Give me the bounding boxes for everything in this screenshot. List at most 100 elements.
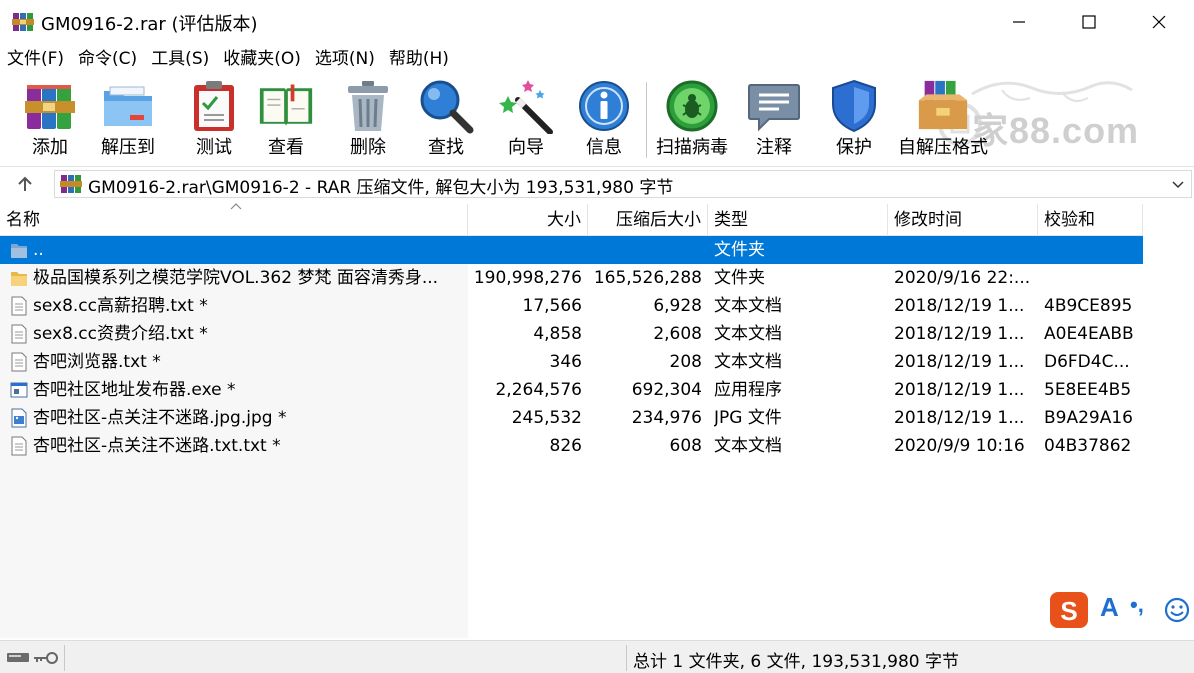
file-modified: 2018/12/19 1... xyxy=(894,352,1025,372)
status-separator xyxy=(626,645,627,671)
close-icon xyxy=(1152,15,1166,29)
sfx-button[interactable]: 自解压格式 xyxy=(898,78,988,164)
minimize-button[interactable] xyxy=(984,0,1054,44)
maximize-button[interactable] xyxy=(1054,0,1124,44)
file-row[interactable]: .. 文件夹 xyxy=(0,236,1143,264)
window-title: GM0916-2.rar (评估版本) xyxy=(41,14,258,35)
file-modified: 2018/12/19 1... xyxy=(894,380,1025,400)
ime-mode-letter[interactable]: A xyxy=(1100,592,1119,623)
file-row[interactable]: 杏吧社区-点关注不迷路.jpg.jpg * 245,532 234,976 JPG 文… xyxy=(0,404,1143,432)
winrar-archive-icon xyxy=(12,13,34,31)
sogou-ime-icon[interactable]: S xyxy=(1046,590,1092,630)
find-button[interactable]: 查找 xyxy=(418,78,474,164)
menu-help[interactable]: 帮助(H) xyxy=(382,44,456,74)
file-row[interactable]: 极品国模系列之模范学院VOL.362 梦梵 面容清秀身... 190,998,27… xyxy=(0,264,1143,292)
menu-favorites[interactable]: 收藏夹(O) xyxy=(216,44,308,74)
info-button[interactable]: 信息 xyxy=(576,78,632,164)
virus-scan-button[interactable]: 扫描病毒 xyxy=(656,78,728,164)
test-clipboard-icon xyxy=(194,81,234,131)
file-row[interactable]: sex8.cc资费介绍.txt * 4,858 2,608 文本文档 2018/12/1… xyxy=(0,320,1143,348)
file-modified: 2020/9/16 22:... xyxy=(894,268,1031,288)
wizard-button[interactable]: 向导 xyxy=(498,78,554,164)
file-row[interactable]: sex8.cc高薪招聘.txt * 17,566 6,928 文本文档 2018/12/… xyxy=(0,292,1143,320)
path-combobox[interactable]: GM0916-2.rar\GM0916-2 - RAR 压缩文件, 解包大小为 … xyxy=(54,170,1192,198)
protect-label: 保护 xyxy=(836,137,872,158)
file-size: 17,566 xyxy=(522,296,582,316)
menu-options[interactable]: 选项(N) xyxy=(308,44,382,74)
path-text: GM0916-2.rar\GM0916-2 - RAR 压缩文件, 解包大小为 … xyxy=(88,178,674,198)
minimize-icon xyxy=(1013,21,1025,23)
up-folder-button[interactable] xyxy=(10,171,40,197)
file-name: 杏吧浏览器.txt * xyxy=(33,352,161,372)
file-row[interactable]: 杏吧社区地址发布器.exe * 2,264,576 692,304 应用程序 2018/… xyxy=(0,376,1143,404)
menu-file[interactable]: 文件(F) xyxy=(0,44,71,74)
protect-button[interactable]: 保护 xyxy=(826,78,882,164)
menu-tools[interactable]: 工具(S) xyxy=(144,44,216,74)
extract-folder-icon xyxy=(104,86,152,126)
image-file-icon xyxy=(10,408,28,428)
file-size: 4,858 xyxy=(533,324,582,344)
file-name: sex8.cc高薪招聘.txt * xyxy=(33,296,208,316)
file-type: 文本文档 xyxy=(714,352,782,372)
file-type: 文件夹 xyxy=(714,268,765,288)
file-type: 应用程序 xyxy=(714,380,782,400)
shield-icon xyxy=(832,79,876,133)
column-packed[interactable]: 压缩后大小 xyxy=(588,204,708,236)
view-book-icon xyxy=(259,84,313,127)
magnifier-icon xyxy=(420,80,474,134)
info-label: 信息 xyxy=(586,137,622,158)
exe-file-icon xyxy=(10,380,28,400)
file-name: 杏吧社区-点关注不迷路.jpg.jpg * xyxy=(33,408,287,428)
text-file-icon xyxy=(10,436,28,456)
menu-commands[interactable]: 命令(C) xyxy=(71,44,144,74)
add-button[interactable]: 添加 xyxy=(22,78,78,164)
file-packed-size: 234,976 xyxy=(631,408,702,428)
file-packed-size: 165,526,288 xyxy=(593,268,702,288)
wizard-wand-icon xyxy=(499,80,553,134)
column-modified[interactable]: 修改时间 xyxy=(888,204,1038,236)
comment-button[interactable]: 注释 xyxy=(746,78,802,164)
file-packed-size: 2,608 xyxy=(653,324,702,344)
ime-toolbar[interactable]: S A •, xyxy=(1046,590,1194,630)
emoji-smile-icon[interactable] xyxy=(1164,597,1190,623)
comment-icon xyxy=(748,84,800,132)
file-crc: 04B37862 xyxy=(1044,436,1132,456)
comment-label: 注释 xyxy=(756,137,792,158)
column-size[interactable]: 大小 xyxy=(468,204,588,236)
extract-to-button[interactable]: 解压到 xyxy=(100,78,156,164)
arrow-up-icon xyxy=(18,176,32,191)
file-row[interactable]: 杏吧浏览器.txt * 346 208 文本文档 2018/12/19 1... D6FD… xyxy=(0,348,1143,376)
file-row[interactable]: 杏吧社区-点关注不迷路.txt.txt * 826 608 文本文档 2020/9/9 … xyxy=(0,432,1143,460)
text-file-icon xyxy=(10,296,28,316)
delete-button[interactable]: 删除 xyxy=(340,78,396,164)
ime-punct-mode[interactable]: •, xyxy=(1130,592,1144,618)
status-separator xyxy=(64,645,65,671)
file-list: 名称 大小 压缩后大小 类型 修改时间 校验和 .. 文件夹 极品国模系列之模范学院… xyxy=(0,203,1194,638)
trash-icon xyxy=(348,81,388,131)
address-bar: GM0916-2.rar\GM0916-2 - RAR 压缩文件, 解包大小为 … xyxy=(0,166,1194,200)
virus-scan-icon xyxy=(666,80,718,132)
winrar-archive-icon xyxy=(60,175,82,193)
file-crc xyxy=(1044,236,1142,264)
file-type: JPG 文件 xyxy=(714,408,782,428)
file-name: 杏吧社区地址发布器.exe * xyxy=(33,380,236,400)
status-summary: 总计 1 文件夹, 6 文件, 193,531,980 字节 xyxy=(633,652,960,672)
add-label: 添加 xyxy=(32,137,68,158)
close-button[interactable] xyxy=(1124,0,1194,44)
file-type: 文本文档 xyxy=(714,324,782,344)
view-button[interactable]: 查看 xyxy=(258,78,314,164)
file-type: 文本文档 xyxy=(714,296,782,316)
column-type[interactable]: 类型 xyxy=(708,204,888,236)
file-name: sex8.cc资费介绍.txt * xyxy=(33,324,208,344)
column-crc[interactable]: 校验和 xyxy=(1038,204,1143,236)
svg-text:S: S xyxy=(1060,596,1077,626)
watermark-text: 家88.com xyxy=(972,110,1140,151)
file-size xyxy=(468,236,582,264)
file-type: 文本文档 xyxy=(714,436,782,456)
sfx-label: 自解压格式 xyxy=(898,137,988,158)
folder-icon xyxy=(10,268,28,288)
chevron-down-icon[interactable] xyxy=(1171,177,1185,191)
test-button[interactable]: 测试 xyxy=(186,78,242,164)
virus-scan-label: 扫描病毒 xyxy=(656,137,728,158)
find-label: 查找 xyxy=(428,137,464,158)
